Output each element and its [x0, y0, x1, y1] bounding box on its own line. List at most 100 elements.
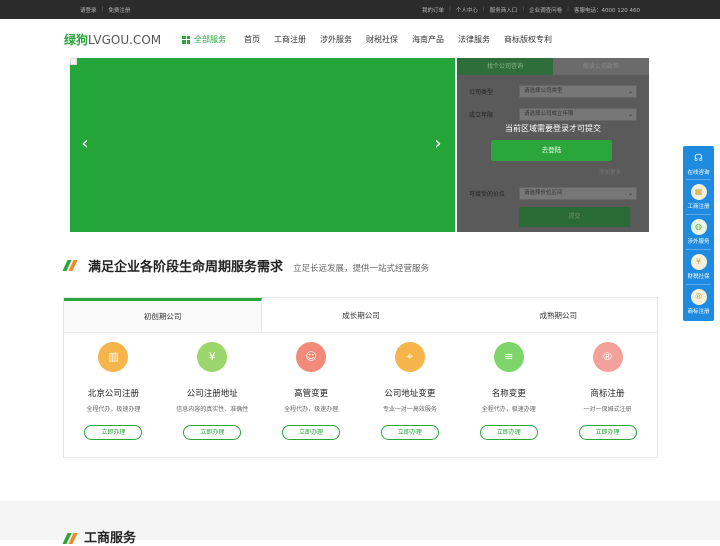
chevron-down-icon: ⌄ [627, 111, 633, 118]
lifecycle-panel: 初创期公司 成长期公司 成熟期公司 ▥ 北京公司注册 全程代办，极速办理 立即办… [63, 297, 658, 458]
nav-legal[interactable]: 法律服务 [458, 34, 490, 45]
float-online-consult[interactable]: ☊ 在线咨询 [683, 152, 714, 176]
site-logo[interactable]: 绿狗LVGOU.COM [64, 31, 161, 48]
separator: | [482, 6, 485, 12]
trademark-icon: ® [690, 289, 707, 305]
nav-foreign-services[interactable]: 涉外服务 [320, 34, 352, 45]
lifecycle-section-title: 满足企业各阶段生命周期服务需求 立足长远发展，提供一站式经营服务 [62, 256, 430, 275]
broken-image-icon [70, 58, 77, 65]
nav-home[interactable]: 首页 [244, 34, 260, 45]
apply-button[interactable]: 立即办理 [380, 425, 439, 440]
float-foreign-services[interactable]: ◍ 涉外服务 [683, 219, 714, 245]
company-type-select[interactable]: 请选择公司类型 ⌄ [519, 85, 637, 98]
years-select[interactable]: 请选择公司成立年限 ⌄ [519, 108, 637, 121]
provider-link[interactable]: 服务商入口 [490, 6, 518, 14]
nav-trademark[interactable]: 商标版权专利 [504, 34, 552, 45]
logo-en: LVGOU.COM [88, 33, 162, 47]
user-center-link[interactable]: 个人中心 [456, 6, 478, 14]
carousel-prev-arrow[interactable]: ‹ [78, 134, 92, 154]
company-type-label: 公司类型 [469, 89, 494, 96]
service-name: 高管变更 [294, 389, 329, 399]
tab-growth[interactable]: 成长期公司 [262, 298, 459, 332]
service-desc: 全程代办，极速办理 [86, 406, 141, 413]
apply-button[interactable]: 立即办理 [84, 425, 143, 440]
float-trademark[interactable]: ® 商标注册 [683, 289, 714, 315]
separator: | [522, 6, 525, 12]
nav-business-registration[interactable]: 工商注册 [274, 34, 306, 45]
business-section-title: 工商服务 [62, 527, 137, 546]
coin-icon: ¥ [690, 254, 707, 270]
service-name: 公司注册地址 [186, 389, 238, 399]
section-subheading: 立足长远发展，提供一站式经营服务 [293, 264, 430, 274]
add-more-text: 添加更多 [599, 170, 622, 176]
separator: | [567, 6, 569, 12]
float-label: 工商注册 [687, 204, 710, 210]
trademark-icon: ® [592, 342, 623, 372]
price-select[interactable]: 请选择价位区间 ⌄ [519, 187, 637, 200]
float-label: 财税社保 [687, 274, 710, 280]
go-login-button[interactable]: 去登陆 [491, 140, 612, 161]
apply-button[interactable]: 立即办理 [183, 425, 242, 440]
divider [686, 179, 711, 180]
section-heading: 工商服务 [84, 531, 137, 546]
headset-icon: ☊ [694, 153, 703, 164]
equal-icon: ≡ [493, 342, 524, 372]
logo-cn: 绿狗 [64, 33, 89, 47]
service-name: 商标注册 [590, 389, 625, 399]
nav-hainan[interactable]: 海南产品 [412, 34, 444, 45]
price-row: 可接受的价位 请选择价位区间 ⌄ [469, 187, 637, 200]
float-label: 商标注册 [687, 309, 710, 315]
service-card: ® 商标注册 一对一保姆式注册 立即办理 [558, 333, 657, 440]
all-services-label: 全部服务 [194, 35, 226, 44]
apply-button[interactable]: 立即办理 [479, 425, 538, 440]
service-card: ▥ 北京公司注册 全程代办，极速办理 立即办理 [64, 333, 163, 440]
tab-mature[interactable]: 成熟期公司 [460, 298, 657, 332]
carousel-next-arrow[interactable]: › [431, 134, 445, 154]
all-services-menu[interactable]: 全部服务 [182, 34, 226, 45]
login-link[interactable]: 请登录 [80, 6, 97, 14]
service-name: 公司地址变更 [384, 389, 436, 399]
divider [686, 284, 711, 285]
tab-policy[interactable]: 解读公司政策 [553, 58, 649, 75]
service-card: ≡ 名称变更 全程代办，极速办理 立即办理 [459, 333, 558, 440]
company-type-row: 公司类型 请选择公司类型 ⌄ [469, 85, 637, 98]
main-nav: 首页 工商注册 涉外服务 财税社保 海南产品 法律服务 商标版权专利 [244, 34, 552, 45]
chevron-down-icon: ⌄ [627, 88, 633, 95]
float-service-bar: ☊ 在线咨询 ▦ 工商注册 ◍ 涉外服务 ¥ 财税社保 ® 商标注册 [683, 146, 714, 321]
float-business-registration[interactable]: ▦ 工商注册 [683, 184, 714, 210]
globe-icon: ◍ [690, 219, 707, 235]
service-desc: 信息内容的真实性、准确性 [176, 406, 249, 413]
banner-carousel[interactable]: ‹ › [70, 58, 455, 232]
tab-startup[interactable]: 初创期公司 [64, 298, 263, 332]
main-header: 绿狗LVGOU.COM 全部服务 首页 工商注册 涉外服务 财税社保 海南产品 … [0, 19, 720, 58]
grid-icon [182, 35, 190, 44]
survey-link[interactable]: 企业调查问卷 [529, 6, 562, 14]
service-name: 北京公司注册 [87, 389, 139, 399]
section-mark-icon [62, 257, 78, 271]
consult-form: 找个公司咨询 解读公司政策 公司类型 请选择公司类型 ⌄ 成立年限 请选择公司成立… [457, 58, 649, 232]
divider [686, 249, 711, 250]
float-label: 在线咨询 [687, 170, 710, 176]
service-desc: 全程代办，极速办理 [284, 406, 339, 413]
login-required-text: 当前区域需要登录才可提交 [505, 124, 601, 133]
nav-tax-social[interactable]: 财税社保 [366, 34, 398, 45]
building-icon: ▥ [98, 342, 129, 372]
orders-link[interactable]: 我的订单 [422, 6, 444, 14]
float-label: 涉外服务 [687, 239, 710, 245]
service-card: ☺ 高管变更 全程代办，极速办理 立即办理 [262, 333, 361, 440]
service-card: ⌖ 公司地址变更 专业一对一高效服务 立即办理 [360, 333, 459, 440]
section-heading: 满足企业各阶段生命周期服务需求 [88, 260, 284, 275]
years-label: 成立年限 [469, 112, 494, 119]
separator: | [101, 6, 104, 12]
tab-company-consult[interactable]: 找个公司咨询 [457, 58, 553, 75]
submit-button[interactable]: 提交 [519, 207, 630, 227]
float-tax-social[interactable]: ¥ 财税社保 [683, 254, 714, 280]
divider [686, 214, 711, 215]
user-icon: ☺ [296, 342, 327, 372]
apply-button[interactable]: 立即办理 [578, 425, 637, 440]
chevron-down-icon: ⌄ [627, 190, 633, 197]
years-row: 成立年限 请选择公司成立年限 ⌄ [469, 108, 637, 121]
price-label: 可接受的价位 [469, 191, 506, 198]
register-link[interactable]: 免费注册 [108, 6, 130, 14]
apply-button[interactable]: 立即办理 [282, 425, 341, 440]
